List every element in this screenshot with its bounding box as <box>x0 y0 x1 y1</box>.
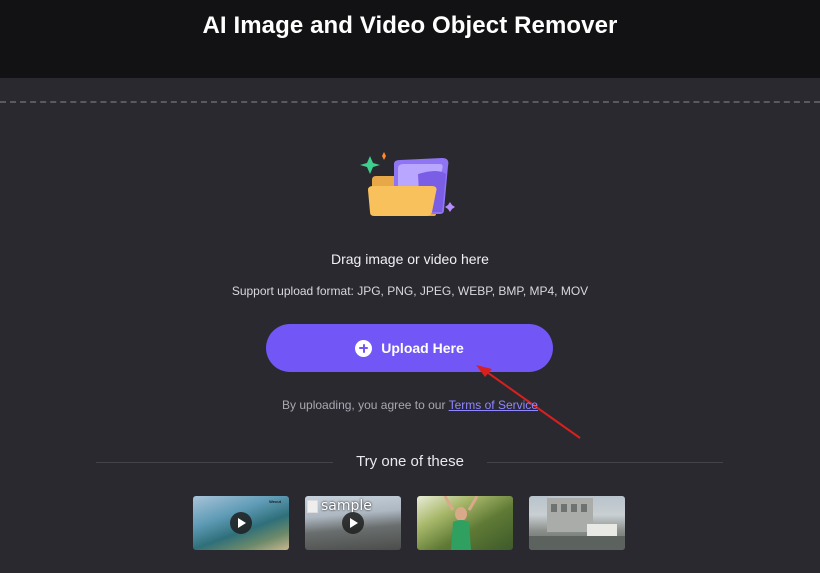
upload-button-label: Upload Here <box>381 340 464 356</box>
divider-right <box>487 462 723 463</box>
page-title: AI Image and Video Object Remover <box>202 12 618 39</box>
terms-of-service-link[interactable]: Terms of Service <box>449 398 538 412</box>
samples-title: Try one of these <box>356 453 464 470</box>
divider-left <box>96 462 333 463</box>
folder-upload-icon <box>360 152 455 216</box>
broken-image-alt: sample <box>307 498 372 514</box>
woman-figure <box>443 496 479 550</box>
supported-formats: Support upload format: JPG, PNG, JPEG, W… <box>231 284 589 298</box>
terms-notice-text: By uploading, you agree to our <box>282 398 449 412</box>
sample-thumbnail-street-photo[interactable] <box>529 496 625 550</box>
drag-instruction: Drag image or video here <box>331 251 489 267</box>
upload-button[interactable]: Upload Here <box>266 324 553 372</box>
sample-thumbnail-volcano-video[interactable]: sample <box>305 496 401 550</box>
thumbnail-watermark: Wecut <box>269 499 281 504</box>
broken-image-icon <box>307 499 318 513</box>
sample-thumbnail-woman-photo[interactable] <box>417 496 513 550</box>
thumbnail-alt-text: sample <box>321 498 372 514</box>
page-header: AI Image and Video Object Remover <box>0 0 820 78</box>
street-scene <box>529 498 625 550</box>
play-icon <box>342 512 364 534</box>
sample-thumbnail-coast-video[interactable]: Wecut <box>193 496 289 550</box>
play-icon <box>230 512 252 534</box>
plus-circle-icon <box>355 339 373 357</box>
terms-notice: By uploading, you agree to our Terms of … <box>0 398 820 412</box>
dropzone-border <box>0 101 820 103</box>
